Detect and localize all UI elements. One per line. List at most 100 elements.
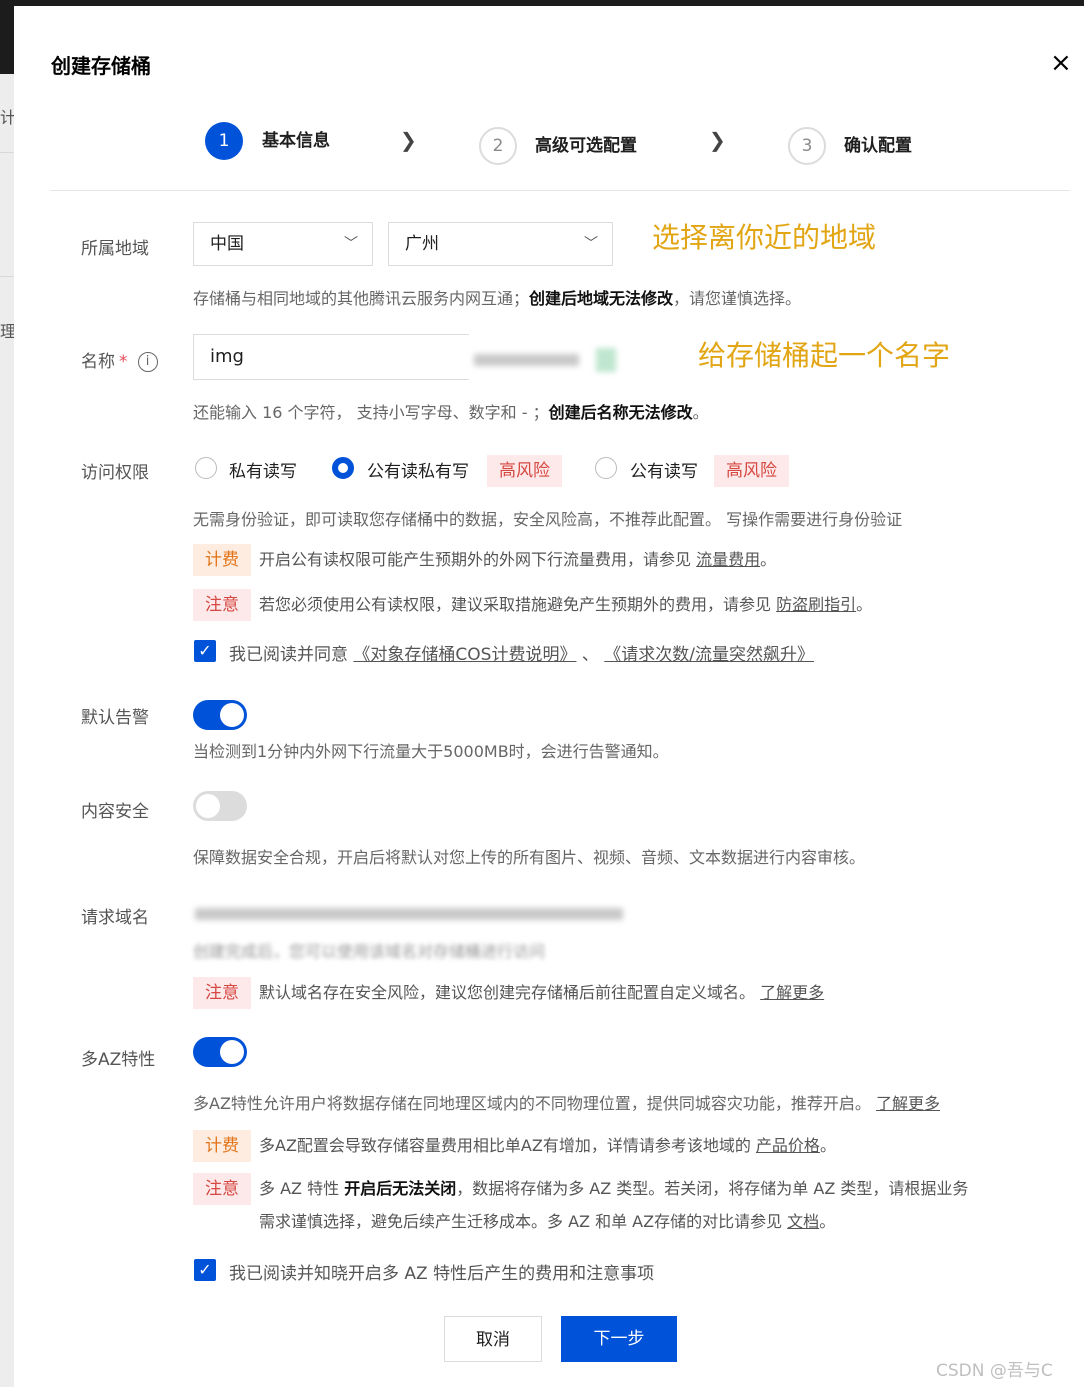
radio-public-read-label[interactable]: 公有读私有写 (367, 457, 469, 482)
header-divider (50, 190, 1070, 191)
bucket-name-value: img (210, 346, 244, 367)
background-text: 计 (0, 108, 17, 127)
agree-separator: 、 (581, 645, 599, 665)
agree-multi-az-checkbox[interactable]: ✓ (194, 1259, 216, 1281)
background-divider (0, 152, 14, 153)
country-value: 中国 (210, 234, 244, 254)
content-security-label: 内容安全 (81, 802, 149, 822)
city-select[interactable]: 广州 ﹀ (388, 222, 613, 266)
radio-private-label[interactable]: 私有读写 (229, 457, 297, 482)
step-3-number: 3 (788, 127, 826, 165)
toggle-knob (220, 1040, 244, 1064)
domain-help-obscured: 创建完成后，您可以使用该域名对存储桶进行访问 (193, 942, 546, 961)
chevron-right-icon: ❯ (709, 128, 726, 152)
multi-az-note-line2-text: 需求谨慎选择，避免后续产生迁移成本。多 AZ 和单 AZ存储的对比请参见 (259, 1212, 783, 1231)
risk-badge: 高风险 (487, 455, 562, 487)
city-value: 广州 (405, 234, 439, 254)
name-label: 名称 * i (81, 347, 158, 372)
note-notice-end: 。 (856, 595, 873, 614)
create-bucket-dialog: 创建存储桶 × 1 基本信息 ❯ 2 高级可选配置 ❯ 3 确认配置 所属地域 … (14, 6, 1084, 1387)
background-text: 理 (0, 322, 17, 341)
next-step-button[interactable]: 下一步 (561, 1316, 677, 1362)
required-mark: * (119, 352, 128, 372)
multi-az-toggle[interactable] (193, 1037, 247, 1067)
fee-notice-text: 开启公有读权限可能产生预期外的外网下行流量费用，请参见 (259, 550, 692, 569)
cos-billing-link[interactable]: 《对象存储桶COS计费说明》 (353, 645, 576, 665)
domain-note: 默认域名存在安全风险，建议您创建完存储桶后前往配置自定义域名。 了解更多 (259, 977, 824, 1009)
name-help-prefix: 还能输入 16 个字符， 支持小写字母、数字和 - ； (193, 403, 549, 422)
obscured-suffix (474, 354, 579, 366)
radio-public-rw[interactable] (595, 457, 617, 479)
multi-az-note-prefix: 多 AZ 特性 (259, 1179, 340, 1198)
name-help-suffix: 。 (692, 403, 709, 422)
name-help: 还能输入 16 个字符， 支持小写字母、数字和 - ；创建后名称无法修改。 (193, 399, 709, 423)
background-divider (0, 276, 14, 277)
name-label-text: 名称 (81, 352, 115, 372)
anti-theft-guide-link[interactable]: 防盗刷指引 (776, 595, 856, 614)
agree-billing-label: 我已阅读并同意 《对象存储桶COS计费说明》 、 《请求次数/流量突然飙升》 (229, 640, 814, 665)
name-help-bold: 创建后名称无法修改 (548, 403, 693, 422)
traffic-spike-link[interactable]: 《请求次数/流量突然飙升》 (604, 645, 814, 665)
product-price-link[interactable]: 产品价格 (756, 1136, 820, 1155)
fee-notice: 开启公有读权限可能产生预期外的外网下行流量费用，请参见 流量费用。 (259, 544, 776, 576)
multi-az-note-rest: ，数据将存储为多 AZ 类型。若关闭，将存储为单 AZ 类型，请根据业务 (456, 1179, 969, 1198)
step-3-label: 确认配置 (844, 136, 912, 156)
content-security-toggle[interactable] (193, 791, 247, 821)
step-1-number: 1 (205, 122, 243, 160)
traffic-fee-link[interactable]: 流量费用 (696, 550, 760, 569)
multi-az-learn-more-link[interactable]: 了解更多 (876, 1094, 940, 1113)
multi-az-help-text: 多AZ特性允许用户将数据存储在同地理区域内的不同物理位置，提供同城容灾功能，推荐… (193, 1094, 871, 1113)
fee-tag: 计费 (193, 544, 251, 576)
name-annotation: 给存储桶起一个名字 (698, 339, 951, 372)
region-annotation: 选择离你近的地域 (652, 221, 877, 254)
alarm-label: 默认告警 (81, 708, 149, 728)
note-tag: 注意 (193, 589, 251, 621)
radio-public-read[interactable] (332, 457, 354, 479)
toggle-knob (196, 794, 220, 818)
info-icon[interactable]: i (137, 352, 158, 372)
domain-learn-more-link[interactable]: 了解更多 (760, 983, 824, 1002)
access-label: 访问权限 (81, 463, 149, 483)
multi-az-fee-end: 。 (819, 1136, 836, 1155)
country-select[interactable]: 中国 ﹀ (193, 222, 373, 266)
step-1-label: 基本信息 (262, 131, 330, 151)
risk-badge: 高风险 (714, 455, 789, 487)
obscured-suffix-icon (596, 348, 616, 372)
fee-notice-end: 。 (760, 550, 777, 569)
multi-az-fee-notice: 多AZ配置会导致存储容量费用相比单AZ有增加，详情请参考该地域的 产品价格。 (259, 1130, 836, 1162)
chevron-right-icon: ❯ (400, 128, 417, 152)
close-icon[interactable]: × (1050, 50, 1072, 76)
note-notice: 若您必须使用公有读权限，建议采取措施避免产生预期外的费用，请参见 防盗刷指引。 (259, 589, 872, 621)
agree-multi-az-label: 我已阅读并知晓开启多 AZ 特性后产生的费用和注意事项 (229, 1264, 655, 1284)
alarm-toggle[interactable] (193, 700, 247, 730)
multi-az-label: 多AZ特性 (81, 1050, 156, 1070)
multi-az-help: 多AZ特性允许用户将数据存储在同地理区域内的不同物理位置，提供同城容灾功能，推荐… (193, 1090, 940, 1114)
access-description: 无需身份验证，即可读取您存储桶中的数据，安全风险高，不推荐此配置。 写操作需要进… (193, 510, 903, 529)
domain-label: 请求域名 (81, 908, 149, 928)
domain-note-text: 默认域名存在安全风险，建议您创建完存储桶后前往配置自定义域名。 (259, 983, 756, 1002)
note-tag: 注意 (193, 977, 251, 1009)
stepper: 1 基本信息 ❯ 2 高级可选配置 ❯ 3 确认配置 (14, 118, 1084, 165)
multi-az-fee-text: 多AZ配置会导致存储容量费用相比单AZ有增加，详情请参考该地域的 (259, 1136, 751, 1155)
agree-prefix: 我已阅读并同意 (229, 645, 348, 665)
az-doc-link[interactable]: 文档 (787, 1212, 819, 1231)
step-2-number: 2 (479, 127, 517, 165)
dialog-title: 创建存储桶 (51, 54, 151, 78)
note-notice-text: 若您必须使用公有读权限，建议采取措施避免产生预期外的费用，请参见 (259, 595, 772, 614)
bucket-name-input[interactable]: img (193, 334, 469, 380)
alarm-help: 当检测到1分钟内外网下行流量大于5000MB时，会进行告警通知。 (193, 742, 669, 761)
background-page-strip: 计 理 (0, 6, 17, 1387)
cancel-button[interactable]: 取消 (444, 1316, 542, 1362)
radio-public-rw-label[interactable]: 公有读写 (630, 457, 698, 482)
region-help-suffix: ，请您谨慎选择。 (673, 289, 802, 308)
multi-az-note: 多 AZ 特性 开启后无法关闭，数据将存储为多 AZ 类型。若关闭，将存储为单 … (259, 1173, 968, 1205)
radio-private[interactable] (195, 457, 217, 479)
region-help: 存储桶与相同地域的其他腾讯云服务内网互通；创建后地域无法修改，请您谨慎选择。 (193, 285, 801, 309)
step-2-label: 高级可选配置 (535, 136, 637, 156)
region-label: 所属地域 (81, 239, 149, 259)
region-help-bold: 创建后地域无法修改 (529, 289, 674, 308)
watermark: CSDN @吾与C (936, 1361, 1053, 1381)
chevron-down-icon: ﹀ (584, 236, 598, 252)
agree-billing-checkbox[interactable]: ✓ (194, 640, 216, 662)
note-tag: 注意 (193, 1173, 251, 1205)
